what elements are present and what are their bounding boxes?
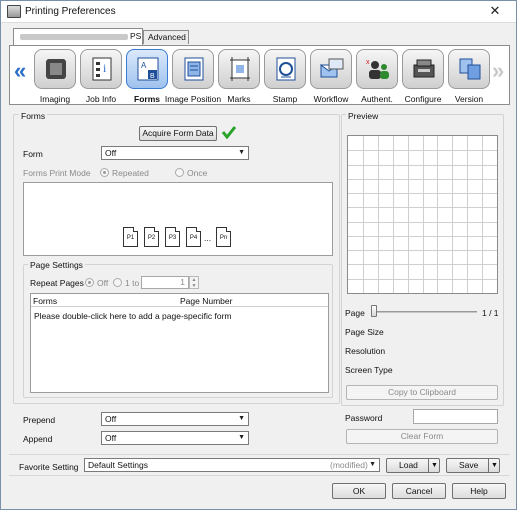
repeat-pages-input[interactable]: 1 [141, 276, 189, 289]
help-button[interactable]: Help [452, 483, 506, 499]
chevron-down-icon: ▼ [238, 434, 245, 441]
ribbon-item-version[interactable]: Version [446, 48, 492, 104]
preview-grid-lines [348, 136, 497, 293]
repeat-range-radio[interactable] [113, 278, 122, 287]
tab-ps[interactable]: PS [13, 28, 143, 45]
repeat-range-label: 1 to [125, 278, 140, 288]
append-value: Off [105, 433, 117, 443]
scroll-left-icon[interactable]: « [14, 58, 26, 84]
forms-group-label: Forms [19, 111, 48, 121]
mode-repeated-radio[interactable] [100, 168, 109, 177]
favorite-setting-label: Favorite Setting [19, 462, 79, 472]
close-button[interactable]: ✕ [480, 3, 510, 19]
favorite-setting-select[interactable]: Default Settings (modified) ▼ [84, 458, 380, 472]
workflow-icon [320, 58, 344, 78]
authentication-icon: x [366, 59, 389, 79]
page-p2-icon: P2 [144, 227, 159, 247]
page-label: Page [345, 308, 365, 318]
load-button[interactable]: Load ▼ [386, 458, 440, 473]
mode-repeated-label: Repeated [112, 168, 149, 178]
password-label: Password [345, 413, 383, 423]
svg-text:x: x [366, 59, 370, 66]
page-sequence: P1 P2 P3 P4 ... Pn [123, 227, 243, 249]
page-slider-track[interactable] [371, 311, 477, 313]
stamp-icon [276, 57, 296, 81]
tab-ps-label: PS [130, 31, 142, 41]
page-p1-icon: P1 [123, 227, 138, 247]
copy-to-clipboard-button[interactable]: Copy to Clipboard [346, 385, 498, 400]
printer-name-redacted [20, 34, 128, 40]
page-forms-table[interactable]: Forms Page Number Please double-click he… [30, 293, 329, 393]
chevron-down-icon: ▼ [369, 461, 376, 468]
form-select-value: Off [105, 148, 117, 158]
save-button[interactable]: Save ▼ [446, 458, 500, 473]
page-slider-thumb[interactable] [371, 305, 377, 317]
favorite-modified: (modified) [330, 460, 368, 470]
mode-once-label: Once [187, 168, 208, 178]
printer-icon [7, 5, 21, 18]
favorite-setting-value: Default Settings [88, 460, 149, 470]
feature-ribbon: « Imaging i Job Info AB Forms Image Posi… [9, 45, 510, 105]
load-dropdown-icon[interactable]: ▼ [428, 459, 440, 472]
resolution-label: Resolution [345, 346, 386, 356]
imaging-icon [46, 59, 66, 79]
job-info-icon: i [92, 57, 112, 81]
prepend-value: Off [105, 414, 117, 424]
checkmark-icon [221, 126, 237, 139]
printing-preferences-window: Printing Preferences ✕ PS Advanced « Ima… [0, 0, 517, 510]
ribbon-label-version: Version [454, 94, 484, 104]
form-select[interactable]: Off ▼ [101, 146, 249, 160]
cancel-button[interactable]: Cancel [392, 483, 446, 499]
configure-icon [413, 59, 435, 78]
window-title: Printing Preferences [25, 6, 116, 17]
screen-type-label: Screen Type [345, 365, 393, 375]
page-settings-label: Page Settings [28, 260, 85, 270]
preview-group-label: Preview [346, 111, 381, 121]
svg-text:B: B [150, 73, 155, 80]
forms-print-mode-label: Forms Print Mode [23, 168, 91, 178]
load-button-label: Load [399, 460, 418, 470]
acquire-form-data-button[interactable]: Acquire Form Data [139, 126, 217, 141]
version-icon [459, 58, 481, 80]
scroll-right-icon[interactable]: » [492, 58, 504, 84]
page-size-label: Page Size [345, 327, 384, 337]
prepend-select[interactable]: Off ▼ [101, 412, 249, 426]
mode-once-radio[interactable] [175, 168, 184, 177]
title-bar: Printing Preferences ✕ [1, 1, 516, 23]
save-dropdown-icon[interactable]: ▼ [488, 459, 500, 472]
col-page-number: Page Number [180, 296, 233, 306]
chevron-down-icon: ▼ [238, 149, 245, 156]
image-position-icon [184, 57, 204, 81]
password-input[interactable] [413, 409, 498, 424]
page-p3-icon: P3 [165, 227, 180, 247]
tab-advanced[interactable]: Advanced [143, 30, 189, 44]
prepend-label: Prepend [23, 415, 56, 425]
repeat-pages-spinner[interactable]: ▲ ▼ [189, 276, 199, 289]
page-pn-icon: Pn [216, 227, 231, 247]
table-hint[interactable]: Please double-click here to add a page-s… [34, 311, 232, 321]
preview-grid [347, 135, 498, 294]
save-button-label: Save [459, 460, 479, 470]
chevron-down-icon: ▼ [238, 415, 245, 422]
append-select[interactable]: Off ▼ [101, 431, 249, 445]
page-ellipsis: ... [204, 233, 212, 243]
table-header: Forms Page Number [31, 294, 328, 307]
repeat-off-radio[interactable] [85, 278, 94, 287]
col-forms: Forms [33, 296, 58, 306]
form-pages-preview: P1 P2 P3 P4 ... Pn [23, 182, 333, 256]
repeat-off-label: Off [97, 278, 109, 288]
svg-text:A: A [141, 61, 147, 70]
page-count: 1 / 1 [482, 308, 499, 318]
clear-form-button[interactable]: Clear Form [346, 429, 498, 444]
marks-icon [230, 57, 250, 81]
page-p4-icon: P4 [186, 227, 201, 247]
repeat-pages-label: Repeat Pages [30, 278, 84, 288]
forms-icon: AB [137, 57, 159, 81]
form-label: Form [23, 149, 43, 159]
ok-button[interactable]: OK [332, 483, 386, 499]
append-label: Append [23, 434, 53, 444]
